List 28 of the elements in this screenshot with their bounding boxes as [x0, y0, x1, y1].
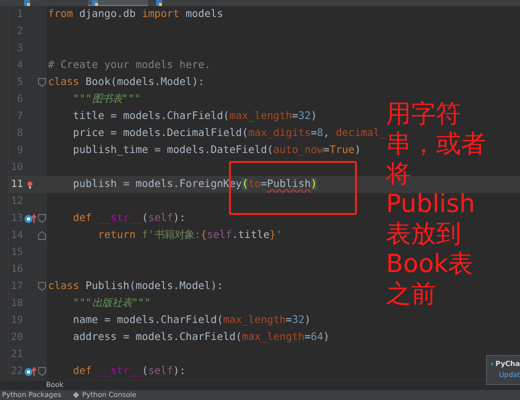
code-line: class Book(models.Model): [48, 75, 204, 90]
code-line: address = models.CharField(max_length=64) [72, 330, 330, 346]
code-line: return f'书籍对象:{self.title}' [97, 228, 282, 244]
python-file-icon [156, 0, 162, 6]
code-line: name = models.CharField(max_length=32) [72, 313, 311, 328]
python-file-icon [24, 0, 30, 6]
code-line: price = models.DecimalField(max_digits=8, decimal_ [72, 126, 386, 142]
code-line: publish_time = models.DateField(auto_now=True) [72, 143, 361, 158]
annotation-text: 用字符 串，或者 将 Publish 表放到 Book表 之前 [386, 99, 486, 310]
code-line: def __str__(self): [72, 211, 186, 226]
override-icon[interactable] [24, 214, 36, 224]
code-line: def __str__(self): [72, 364, 186, 380]
editor-tab[interactable] [88, 0, 148, 6]
code-line: # Create your models here. [48, 58, 211, 74]
code-line: title = models.CharField(max_length=32) [72, 109, 318, 124]
fold-end-icon[interactable] [38, 231, 46, 240]
code-line: """图书表""" [72, 92, 141, 108]
fold-icon[interactable] [38, 78, 46, 88]
line-number: 11 [10, 179, 23, 190]
python-file-icon [92, 0, 98, 6]
fold-icon[interactable] [38, 367, 46, 376]
code-line: from django.db import models [48, 7, 224, 22]
override-icon[interactable] [24, 366, 36, 377]
code-line: class Publish(models.Model): [48, 279, 224, 294]
fold-icon[interactable] [38, 282, 46, 292]
error-bulb-icon[interactable] [27, 180, 33, 189]
fold-icon[interactable] [38, 214, 46, 224]
code-line: """出版社表""" [72, 296, 151, 312]
